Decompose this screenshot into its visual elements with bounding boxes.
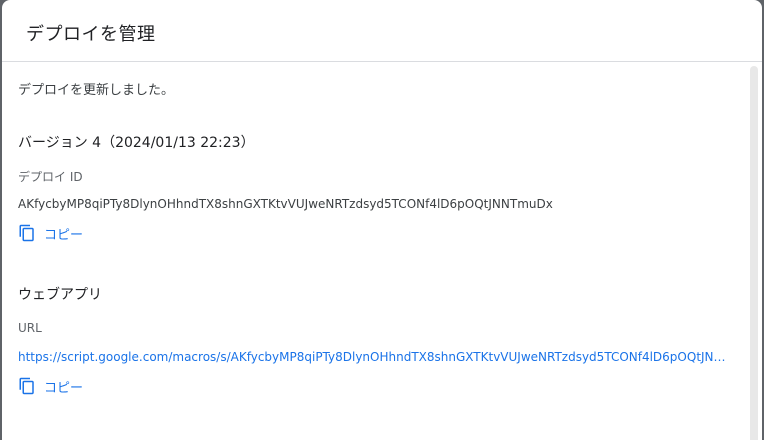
copy-deployment-id-button[interactable]: コピー — [18, 222, 83, 244]
webapp-url-link[interactable]: https://script.google.com/macros/s/AKfyc… — [18, 350, 728, 364]
deployment-id-value: AKfycbyMP8qiPTy8DlynOHhndTX8shnGXTKtvVUJ… — [18, 197, 553, 211]
copy-icon — [19, 224, 34, 242]
copy-label: コピー — [44, 380, 84, 396]
dialog-title: デプロイを管理 — [26, 24, 156, 45]
version-label: バージョン 4（2024/01/13 22:23） — [18, 135, 255, 151]
status-message: デプロイを更新しました。 — [18, 83, 175, 98]
scrollbar[interactable] — [750, 66, 758, 440]
webapp-section-title: ウェブアプリ — [18, 287, 102, 303]
copy-url-button[interactable]: コピー — [18, 375, 83, 397]
deployment-id-label: デプロイ ID — [18, 170, 83, 184]
url-label: URL — [18, 321, 42, 335]
title-divider — [2, 61, 762, 62]
copy-icon — [19, 377, 34, 395]
manage-deployments-dialog: デプロイを管理 デプロイを更新しました。 バージョン 4（2024/01/13 … — [2, 0, 762, 440]
copy-label: コピー — [44, 227, 84, 243]
